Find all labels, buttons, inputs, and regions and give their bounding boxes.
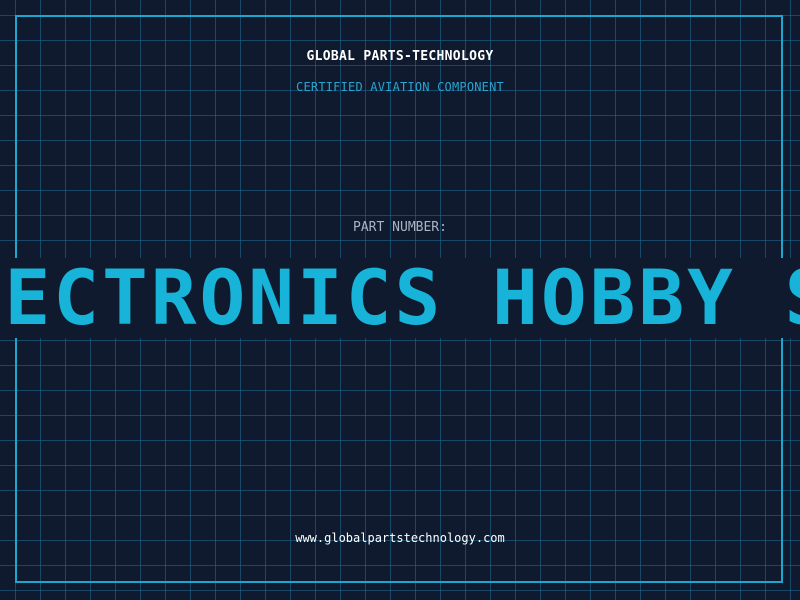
certification-subtitle: CERTIFIED AVIATION COMPONENT xyxy=(296,80,504,94)
part-label-page: GLOBAL PARTS-TECHNOLOGY CERTIFIED AVIATI… xyxy=(0,0,800,600)
part-number-value: ELECTRONICS HOBBY STORE xyxy=(0,258,800,338)
part-number-label: PART NUMBER: xyxy=(353,220,447,235)
part-number-banner: ELECTRONICS HOBBY STORE xyxy=(0,258,800,338)
website-url: www.globalpartstechnology.com xyxy=(295,531,505,545)
company-name: GLOBAL PARTS-TECHNOLOGY xyxy=(306,49,494,64)
